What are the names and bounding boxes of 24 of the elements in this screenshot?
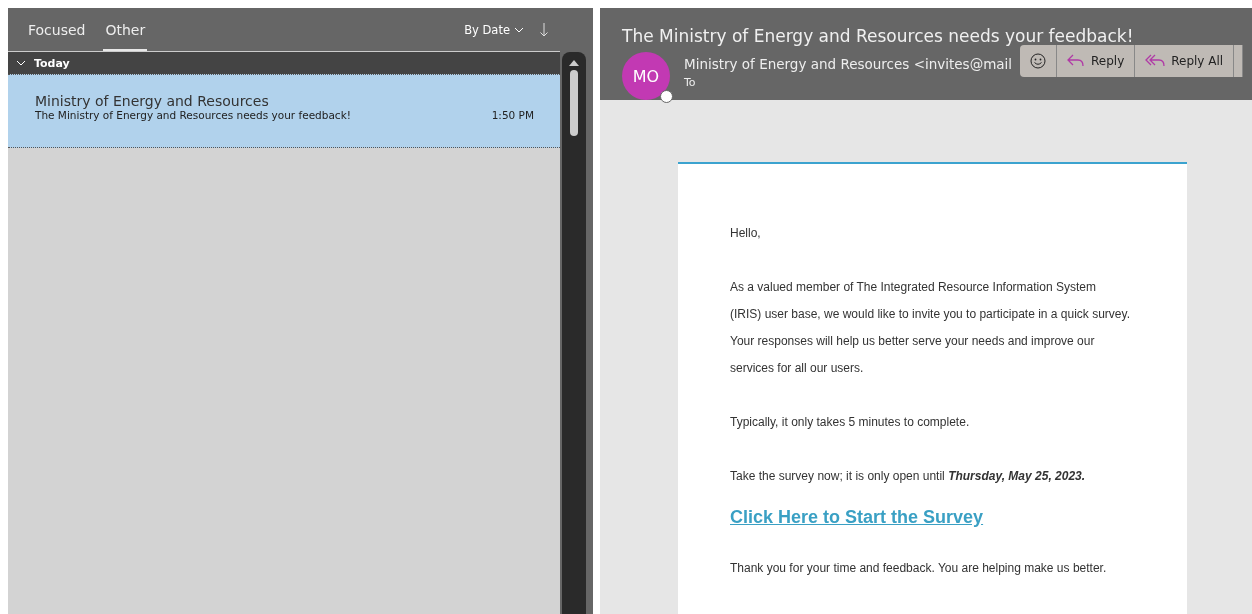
body-paragraph: Take the survey now; it is only open until Thursday, May 25, 2023. bbox=[730, 468, 1087, 485]
to-label: To bbox=[684, 76, 697, 89]
group-header[interactable]: Today bbox=[8, 52, 560, 74]
closing-text: Thank you for your time and feedback. You are helping make us better. bbox=[730, 560, 1108, 577]
avatar: MO bbox=[622, 52, 670, 100]
chevron-icon bbox=[16, 59, 26, 67]
body-paragraph: Typically, it only takes 5 minutes to complete. bbox=[730, 414, 971, 431]
emoji-button[interactable] bbox=[1020, 45, 1057, 77]
smiley-icon bbox=[1030, 53, 1046, 69]
email-subject: The Ministry of Energy and Resources needs your feedback! bbox=[622, 26, 1135, 46]
reply-icon bbox=[1067, 54, 1085, 68]
sort-direction-icon[interactable] bbox=[540, 22, 548, 37]
reply-button[interactable]: Reply bbox=[1057, 45, 1136, 77]
body-paragraph: As a valued member of The Integrated Resource Information System (IRIS) user base, we would like to invite you to participate in a quick survey. Your responses will help us better serve your needs and improve our services for all our users. bbox=[730, 279, 1130, 377]
chevron-down-icon bbox=[514, 26, 524, 33]
sort-button[interactable]: By Date bbox=[458, 21, 530, 38]
message-item[interactable]: Ministry of Energy and Resources The Ministry of Energy and Resources needs your feedback! 1:50 PM bbox=[8, 74, 560, 148]
reply-all-button[interactable]: Reply All bbox=[1135, 45, 1235, 77]
greeting-text: Hello, bbox=[730, 225, 762, 242]
reply-all-icon bbox=[1145, 54, 1166, 68]
toolbar-button[interactable] bbox=[1234, 45, 1244, 77]
scrollbar[interactable] bbox=[562, 52, 586, 614]
sender-address: Ministry of Energy and Resources <invites@mail bbox=[684, 56, 1014, 72]
folder-tab[interactable]: Focused bbox=[26, 10, 88, 51]
